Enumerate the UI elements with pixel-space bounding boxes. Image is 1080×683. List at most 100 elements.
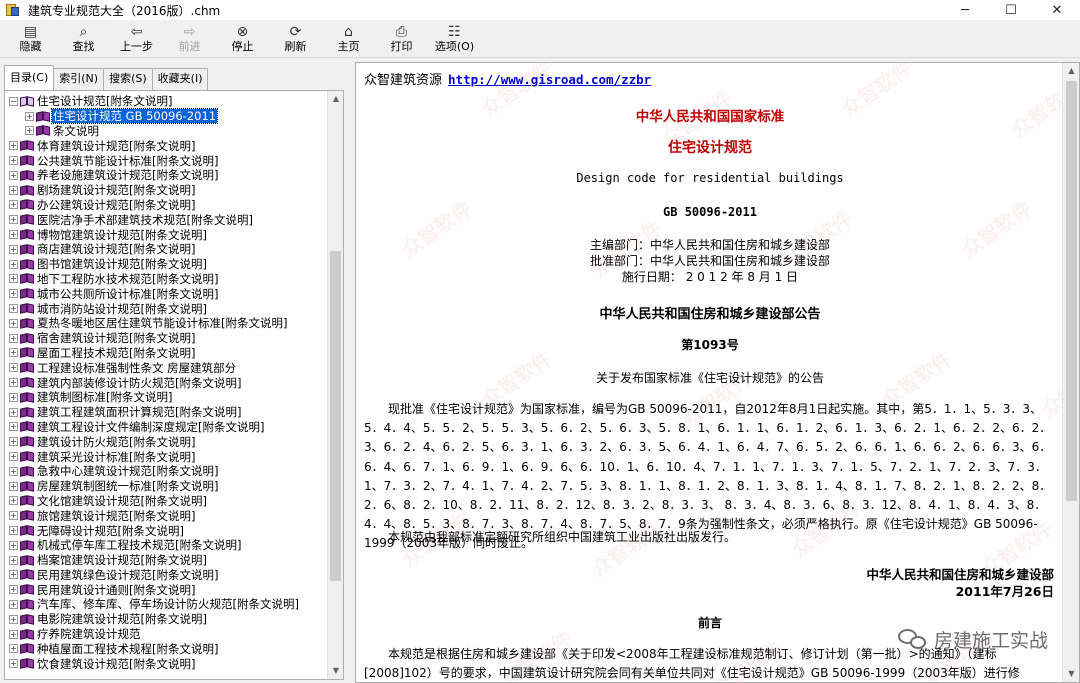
expand-toggle-icon[interactable]: + xyxy=(9,570,18,580)
site-url-link[interactable]: http://www.gisroad.com/zzbr xyxy=(448,72,651,87)
tree-item[interactable]: + 档案馆建筑设计规范[附条文说明] xyxy=(5,553,328,568)
tree-item[interactable]: + 剧场建筑设计规范[附条文说明] xyxy=(5,183,328,198)
expand-toggle-icon[interactable]: + xyxy=(9,348,18,358)
tree-item[interactable]: + 电影院建筑设计规范[附条文说明] xyxy=(5,612,328,627)
tree-scrollbar[interactable]: ▲ ▼ xyxy=(327,91,343,679)
expand-toggle-icon[interactable]: + xyxy=(9,289,18,299)
tree-item[interactable]: + 建筑内部装修设计防火规范[附条文说明] xyxy=(5,375,328,390)
document-scrollbar[interactable]: ▲ ▼ xyxy=(1062,63,1079,682)
expand-toggle-icon[interactable]: + xyxy=(9,274,18,284)
tree-item[interactable]: + 城市公共厕所设计标准[附条文说明] xyxy=(5,286,328,301)
tree-item[interactable]: + 建筑工程设计文件编制深度规定[附条文说明] xyxy=(5,420,328,435)
tree-item[interactable]: + 机械式停车库工程技术规范[附条文说明] xyxy=(5,538,328,553)
expand-toggle-icon[interactable]: + xyxy=(9,599,18,609)
expand-toggle-icon[interactable]: + xyxy=(9,659,18,669)
tab-1[interactable]: 索引(N) xyxy=(53,68,105,90)
expand-toggle-icon[interactable]: + xyxy=(9,378,18,388)
tree-item[interactable]: + 医院洁净手术部建筑技术规范[附条文说明] xyxy=(5,212,328,227)
tree-item[interactable]: + 工程建设标准强制性条文 房屋建筑部分 xyxy=(5,360,328,375)
expand-toggle-icon[interactable]: + xyxy=(9,230,18,240)
expand-toggle-icon[interactable]: + xyxy=(9,304,18,314)
expand-toggle-icon[interactable]: + xyxy=(9,644,18,654)
tree-item[interactable]: + 屋面工程技术规范[附条文说明] xyxy=(5,346,328,361)
tree-item[interactable]: + 建筑设计防火规范[附条文说明] xyxy=(5,434,328,449)
tree-item[interactable]: + 博物馆建筑设计规范[附条文说明] xyxy=(5,227,328,242)
toolbar-button-find[interactable]: ⌕ 查找 xyxy=(57,20,110,58)
tree-item[interactable]: + 夏热冬暖地区居住建筑节能设计标准[附条文说明] xyxy=(5,316,328,331)
tree-item[interactable]: + 汽车库、修车库、停车场设计防火规范[附条文说明] xyxy=(5,597,328,612)
expand-toggle-icon[interactable]: + xyxy=(9,466,18,476)
expand-toggle-icon[interactable]: + xyxy=(9,215,18,225)
toolbar-button-forward[interactable]: ⇨ 前进 xyxy=(163,20,216,58)
tree-item[interactable]: + 办公建筑设计规范[附条文说明] xyxy=(5,198,328,213)
expand-toggle-icon[interactable]: + xyxy=(9,318,18,328)
expand-toggle-icon[interactable]: + xyxy=(9,363,18,373)
expand-toggle-icon[interactable]: + xyxy=(9,511,18,521)
expand-toggle-icon[interactable]: + xyxy=(9,526,18,535)
expand-toggle-icon[interactable]: + xyxy=(9,156,18,166)
expand-toggle-icon[interactable]: + xyxy=(9,555,18,565)
expand-toggle-icon[interactable]: + xyxy=(9,585,18,595)
toolbar-button-back[interactable]: ⇦ 上一步 xyxy=(110,20,163,58)
toolbar-button-home[interactable]: ⌂ 主页 xyxy=(322,20,375,58)
tree-item[interactable]: + 建筑制图标准[附条文说明] xyxy=(5,390,328,405)
expand-toggle-icon[interactable]: + xyxy=(9,407,18,417)
tree-item[interactable]: + 急救中心建筑设计规范[附条文说明] xyxy=(5,464,328,479)
tree-item[interactable]: + 公共建筑节能设计标准[附条文说明] xyxy=(5,153,328,168)
tree-item[interactable]: + 旅馆建筑设计规范[附条文说明] xyxy=(5,508,328,523)
tree-item[interactable]: + 地下工程防水技术规范[附条文说明] xyxy=(5,272,328,287)
tree-item[interactable]: + 图书馆建筑设计规范[附条文说明] xyxy=(5,257,328,272)
toolbar-button-hide[interactable]: ▤ 隐藏 xyxy=(4,20,57,58)
tree-child-item[interactable]: + 住宅设计规范 GB 50096-2011 xyxy=(5,108,328,125)
tree-item[interactable]: + 城市消防站设计规范[附条文说明] xyxy=(5,301,328,316)
expand-toggle-icon[interactable]: + xyxy=(9,540,18,550)
tree-item[interactable]: + 疗养院建筑设计规范 xyxy=(5,627,328,642)
doc-scroll-down-arrow-icon[interactable]: ▼ xyxy=(1063,666,1079,682)
expand-toggle-icon[interactable]: + xyxy=(9,200,18,210)
toolbar-button-print[interactable]: ⎙ 打印 xyxy=(375,20,428,58)
expand-toggle-icon[interactable]: + xyxy=(9,244,18,254)
tree-item[interactable]: + 民用建筑绿色设计规范[附条文说明] xyxy=(5,568,328,583)
tree-item[interactable]: + 建筑工程建筑面积计算规范[附条文说明] xyxy=(5,405,328,420)
collapse-toggle-icon[interactable]: − xyxy=(9,96,18,106)
expand-toggle-icon[interactable]: + xyxy=(9,629,18,639)
expand-toggle-icon[interactable]: + xyxy=(9,141,18,151)
expand-toggle-icon[interactable]: + xyxy=(9,333,18,343)
expand-toggle-icon[interactable]: + xyxy=(9,496,18,506)
tree-item[interactable]: + 种植屋面工程技术规程[附条文说明] xyxy=(5,641,328,656)
expand-toggle-icon[interactable]: + xyxy=(25,126,34,136)
tab-3[interactable]: 收藏夹(I) xyxy=(151,68,209,90)
scroll-down-arrow-icon[interactable]: ▼ xyxy=(328,663,343,679)
tree-item[interactable]: + 民用建筑设计通则[附条文说明] xyxy=(5,582,328,597)
expand-toggle-icon[interactable]: + xyxy=(9,392,18,402)
expand-toggle-icon[interactable]: + xyxy=(9,170,18,180)
expand-toggle-icon[interactable]: + xyxy=(9,185,18,195)
expand-toggle-icon[interactable]: + xyxy=(9,422,18,432)
expand-toggle-icon[interactable]: + xyxy=(9,452,18,462)
tree-item[interactable]: + 文化馆建筑设计规范[附条文说明] xyxy=(5,494,328,509)
tree-item[interactable]: + 房屋建筑制图统一标准[附条文说明] xyxy=(5,479,328,494)
doc-scroll-up-arrow-icon[interactable]: ▲ xyxy=(1063,63,1079,79)
tab-2[interactable]: 搜索(S) xyxy=(103,68,153,90)
expand-toggle-icon[interactable]: + xyxy=(9,614,18,624)
tree-item[interactable]: + 建筑采光设计标准[附条文说明] xyxy=(5,449,328,464)
tree-item[interactable]: + 体育建筑设计规范[附条文说明] xyxy=(5,138,328,153)
tree-item[interactable]: + 饮食建筑设计规范[附条文说明] xyxy=(5,656,328,671)
expand-toggle-icon[interactable]: + xyxy=(9,481,18,491)
toolbar-button-refresh[interactable]: ⟳ 刷新 xyxy=(269,20,322,58)
toolbar-button-stop[interactable]: ⊗ 停止 xyxy=(216,20,269,58)
tree-item[interactable]: + 商店建筑设计规范[附条文说明] xyxy=(5,242,328,257)
tree-child-item[interactable]: + 条文说明 xyxy=(5,124,328,139)
close-button[interactable]: ✕ xyxy=(1034,0,1080,20)
tree-item[interactable]: + 宿舍建筑设计规范[附条文说明] xyxy=(5,331,328,346)
expand-toggle-icon[interactable]: + xyxy=(9,437,18,447)
tree-item[interactable]: + 养老设施建筑设计规范[附条文说明] xyxy=(5,168,328,183)
tree-item[interactable]: + 无障碍设计规范[附条文说明] xyxy=(5,523,328,538)
expand-toggle-icon[interactable]: + xyxy=(25,111,34,121)
tab-0[interactable]: 目录(C) xyxy=(4,65,55,90)
maximize-button[interactable]: ☐ xyxy=(988,0,1034,20)
tree-scroll-thumb[interactable] xyxy=(330,251,341,581)
toolbar-button-options[interactable]: ☷ 选项(O) xyxy=(428,20,481,58)
minimize-button[interactable]: ─ xyxy=(942,0,988,20)
expand-toggle-icon[interactable]: + xyxy=(9,259,18,269)
